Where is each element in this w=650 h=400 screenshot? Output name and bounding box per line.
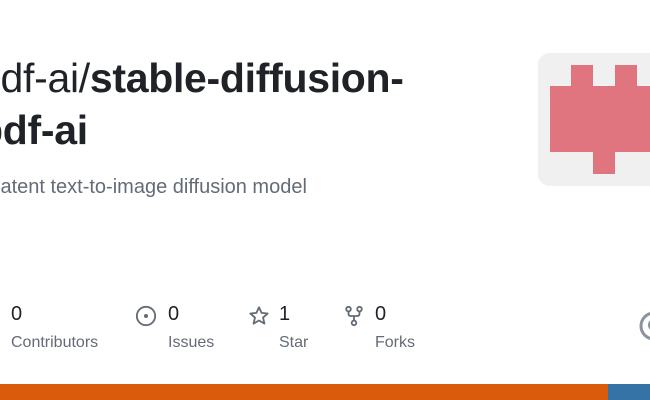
stars-label: Star — [279, 334, 309, 351]
stars-count: 1 — [279, 303, 291, 325]
language-bar — [0, 384, 650, 400]
contributors-count: 0 — [11, 303, 23, 325]
repo-title-line-2: pdf-ai — [0, 104, 478, 156]
forks-label: Forks — [375, 334, 415, 351]
star-icon — [249, 306, 269, 325]
owner-avatar[interactable] — [538, 53, 650, 186]
issues-label: Issues — [168, 334, 215, 351]
repo-title-line-1: pdf-ai/stable-diffusion- — [0, 52, 478, 104]
issues-count: 0 — [168, 303, 180, 325]
repo-title[interactable]: pdf-ai/stable-diffusion- pdf-ai — [0, 52, 478, 156]
repo-social-card: pdf-ai/stable-diffusion- pdf-ai latent t… — [0, 0, 650, 400]
repo-description: latent text-to-image diffusion model — [0, 176, 307, 198]
forks-count: 0 — [375, 303, 387, 325]
repo-forked-icon — [345, 305, 363, 327]
repo-name-part-1[interactable]: stable-diffusion- — [90, 55, 404, 101]
language-segment — [0, 384, 608, 400]
contributors-label: Contributors — [11, 334, 99, 351]
repo-owner[interactable]: pdf-ai/ — [0, 55, 90, 101]
identicon-icon — [550, 65, 650, 174]
language-segment — [607, 384, 650, 400]
issue-opened-icon — [135, 305, 157, 327]
repo-name-part-2[interactable]: pdf-ai — [0, 107, 88, 153]
github-logo-icon — [639, 312, 650, 340]
repo-stats: 0 Contributors 0 Issues 1 Star 0 Forks — [0, 300, 650, 360]
